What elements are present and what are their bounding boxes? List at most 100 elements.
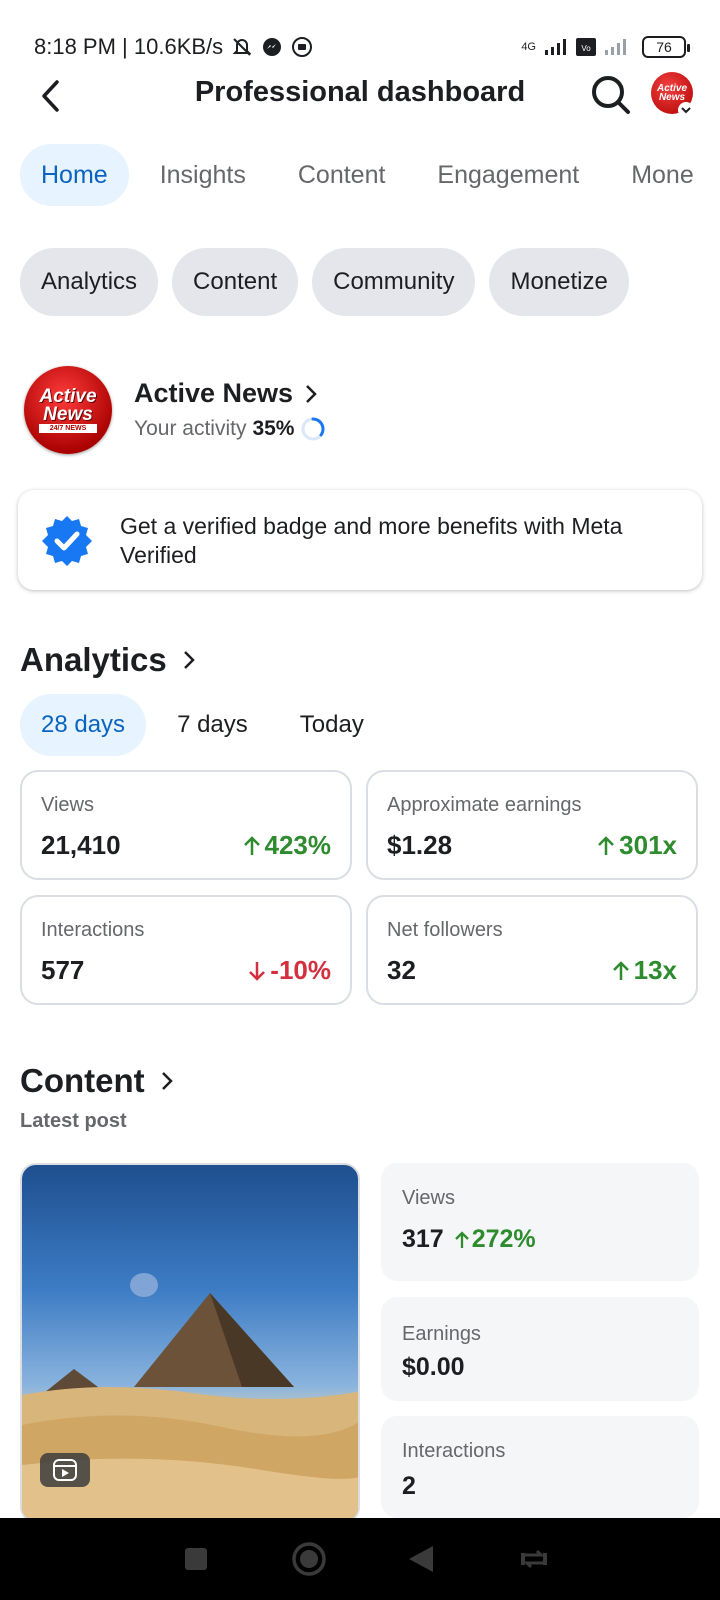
back-nav-button[interactable] [391, 1529, 451, 1589]
stat-value: 317 [402, 1225, 444, 1253]
rotate-button[interactable] [504, 1529, 564, 1589]
analytics-title: Analytics [20, 641, 167, 678]
mute-icon [231, 36, 253, 58]
arrow-up-icon [454, 1230, 469, 1248]
triangle-back-icon [409, 1546, 434, 1572]
system-nav-bar [0, 1518, 720, 1600]
metric-change-value: -10% [270, 955, 331, 985]
meta-verified-banner[interactable]: Get a verified badge and more benefits w… [18, 490, 702, 590]
volte-icon: Vo [576, 38, 596, 56]
logo-line-3: 24/7 NEWS [39, 423, 97, 433]
messenger-icon [261, 36, 283, 58]
period-tabs: 28 days 7 days Today [20, 694, 385, 756]
chip-monetize[interactable]: Monetize [489, 248, 629, 316]
network-label: 4G [521, 41, 536, 53]
latest-post-label: Latest post [20, 1110, 127, 1132]
content-header[interactable]: Content [20, 1062, 173, 1100]
metric-label: Approximate earnings [387, 794, 582, 816]
metric-card-views[interactable]: Views 21,410 423% [20, 770, 352, 880]
metric-value: 577 [41, 955, 85, 985]
activity-value: 35% [252, 417, 295, 440]
metric-change-value: 13x [633, 955, 677, 985]
status-left: 8:18 PM | 10.6KB/s [34, 22, 313, 72]
square-icon [185, 1548, 208, 1570]
activity-row: Your activity 35% [134, 416, 326, 442]
latest-post-earnings-card: Earnings $0.00 [381, 1297, 699, 1401]
stat-value-row: 317 272% [402, 1225, 536, 1254]
period-today[interactable]: Today [279, 694, 385, 756]
metric-label: Net followers [387, 919, 503, 941]
stat-label: Earnings [402, 1323, 481, 1345]
metric-value: $1.28 [387, 830, 453, 860]
chip-analytics[interactable]: Analytics [20, 248, 159, 316]
chevron-right-icon [161, 1072, 173, 1090]
metric-card-earnings[interactable]: Approximate earnings $1.28 301x [366, 770, 698, 880]
tab-content[interactable]: Content [277, 144, 407, 206]
arrow-up-icon [243, 835, 260, 855]
signal-icon [544, 38, 568, 56]
metric-label: Views [41, 794, 94, 816]
metric-change-value: 301x [619, 830, 677, 860]
arrow-down-icon [249, 961, 266, 981]
header: Professional dashboard Active News [0, 66, 720, 126]
reel-icon [40, 1453, 90, 1487]
profile-summary[interactable]: Active News 24/7 NEWS Active News Your a… [24, 366, 704, 456]
period-7-days[interactable]: 7 days [156, 694, 269, 756]
stat-label: Interactions [402, 1440, 506, 1462]
search-icon [592, 76, 630, 114]
chevron-down-icon[interactable] [678, 102, 694, 118]
tab-home[interactable]: Home [20, 144, 129, 206]
arrow-up-icon [598, 835, 615, 855]
status-time-speed: 8:18 PM | 10.6KB/s [34, 34, 224, 59]
app-notification-icon [291, 36, 313, 58]
chip-community[interactable]: Community [312, 248, 476, 316]
logo-line-2: News [43, 403, 93, 425]
stat-value: 2 [402, 1472, 416, 1500]
latest-post-views-card: Views 317 272% [381, 1163, 699, 1281]
metric-label: Interactions [41, 919, 145, 941]
signal-2-icon [604, 38, 634, 56]
page-logo: Active News 24/7 NEWS [24, 366, 112, 454]
page-name: Active News [134, 378, 294, 408]
circle-icon [292, 1542, 326, 1576]
top-tabs: Home Insights Content Engagement Mone [20, 144, 715, 206]
page-name-row[interactable]: Active News [134, 378, 317, 409]
verified-banner-text: Get a verified badge and more benefits w… [120, 513, 623, 568]
chevron-right-icon [183, 651, 195, 669]
metric-change-value: 423% [264, 830, 332, 860]
stat-label: Views [402, 1187, 455, 1209]
home-button[interactable] [279, 1529, 339, 1589]
stat-change-value: 272% [471, 1225, 536, 1253]
rotate-icon [520, 1549, 547, 1569]
metric-card-net-followers[interactable]: Net followers 32 13x [366, 895, 698, 1005]
metric-change: -10% [248, 955, 331, 986]
tab-insights[interactable]: Insights [139, 144, 267, 206]
status-bar: 8:18 PM | 10.6KB/s 4G Vo 76 [0, 0, 720, 72]
metric-change: 301x [597, 830, 677, 861]
metric-card-interactions[interactable]: Interactions 577 -10% [20, 895, 352, 1005]
stat-value: $0.00 [402, 1353, 465, 1381]
activity-progress-icon [301, 417, 325, 441]
analytics-header[interactable]: Analytics [20, 641, 195, 679]
latest-post-interactions-card: Interactions 2 [381, 1416, 699, 1518]
period-28-days[interactable]: 28 days [20, 694, 147, 756]
shortcut-chips: Analytics Content Community Monetize [20, 248, 629, 316]
activity-label: Your activity [134, 417, 247, 440]
status-right: 4G Vo 76 [521, 22, 690, 72]
tab-engagement[interactable]: Engagement [416, 144, 600, 206]
arrow-up-icon [612, 960, 629, 980]
metric-value: 32 [387, 955, 416, 985]
logo-line-1: Active [39, 385, 97, 407]
stat-change: 272% [454, 1225, 536, 1254]
chip-content[interactable]: Content [172, 248, 299, 316]
chevron-right-icon [306, 384, 317, 403]
recents-button[interactable] [166, 1529, 226, 1589]
metric-change: 13x [612, 955, 677, 986]
verified-badge-icon [42, 516, 92, 566]
latest-post-thumbnail[interactable] [20, 1163, 360, 1523]
search-button[interactable] [588, 72, 634, 118]
metric-value: 21,410 [41, 830, 121, 860]
tab-monetization[interactable]: Mone [610, 144, 715, 206]
battery-icon: 76 [642, 36, 690, 58]
metric-change: 423% [243, 830, 332, 861]
